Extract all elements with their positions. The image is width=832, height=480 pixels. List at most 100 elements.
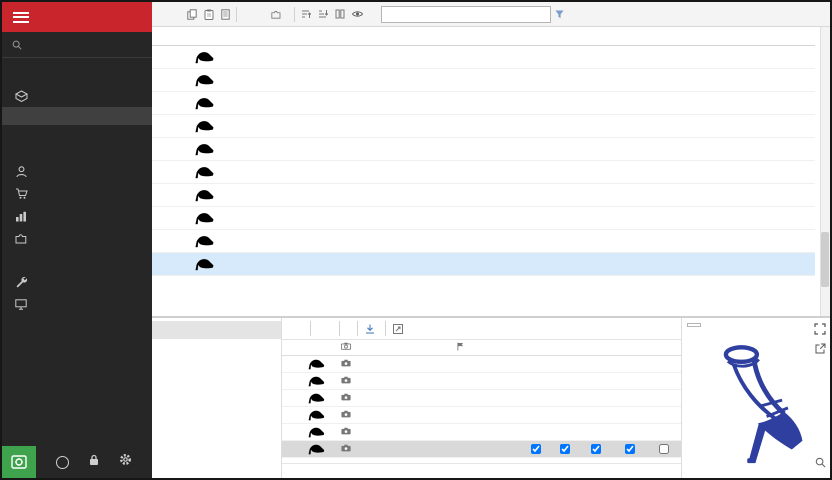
cell-price[interactable]	[668, 137, 706, 160]
cell-description[interactable]	[576, 252, 668, 275]
image-row[interactable]	[282, 355, 681, 372]
column-header-product-name[interactable]	[224, 27, 334, 45]
cell-attr-set[interactable]	[736, 91, 815, 114]
cell-preview[interactable]	[188, 183, 224, 206]
cell-priority[interactable]	[290, 372, 304, 389]
cell-priority[interactable]	[290, 406, 304, 423]
cell-price[interactable]	[668, 229, 706, 252]
cell-attr-set[interactable]	[736, 229, 815, 252]
column-header-weight[interactable]	[706, 27, 736, 45]
cell-id[interactable]	[152, 229, 188, 252]
cell-product-name[interactable]	[224, 91, 334, 114]
sidebar-item-view[interactable]	[2, 293, 152, 315]
cell-id[interactable]	[152, 160, 188, 183]
cell-price[interactable]	[668, 252, 706, 275]
column-header-exclude[interactable]	[646, 340, 681, 355]
cell-weight[interactable]	[706, 160, 736, 183]
tab-websites[interactable]	[152, 374, 281, 392]
cell-color[interactable]	[446, 114, 482, 137]
tab-description[interactable]	[152, 339, 281, 357]
cell-priority[interactable]	[290, 389, 304, 406]
sidebar-item-import-export[interactable]	[2, 249, 152, 271]
small-checkbox[interactable]	[560, 444, 570, 454]
table-row[interactable]	[152, 68, 815, 91]
sidebar-item-categories-products[interactable]	[2, 107, 152, 125]
addons-menu[interactable]	[268, 7, 291, 21]
table-row-selected[interactable]	[152, 252, 815, 275]
column-header-flag[interactable]	[455, 340, 467, 355]
cell-attr-set[interactable]	[736, 206, 815, 229]
cell-weight[interactable]	[706, 91, 736, 114]
image-row[interactable]	[282, 372, 681, 389]
cell-product-name[interactable]	[224, 137, 334, 160]
cell-weight[interactable]	[706, 68, 736, 91]
cell-id[interactable]	[152, 68, 188, 91]
cell-file-name[interactable]	[353, 355, 455, 372]
cell-weight[interactable]	[706, 206, 736, 229]
add-product-button[interactable]	[163, 12, 169, 16]
column-header-small[interactable]	[551, 340, 580, 355]
cell-label[interactable]	[467, 406, 522, 423]
cell-type[interactable]	[482, 160, 576, 183]
cell-exclude[interactable]	[646, 406, 681, 423]
export-grid-button[interactable]	[218, 7, 233, 22]
cell-swatch[interactable]	[614, 372, 647, 389]
cell-preview[interactable]	[304, 406, 339, 423]
cell-base[interactable]	[522, 372, 551, 389]
tab-categories[interactable]	[152, 391, 281, 409]
sidebar-item-orders[interactable]	[2, 183, 152, 205]
gear-icon[interactable]	[119, 453, 132, 471]
cell-thumbnail[interactable]	[579, 355, 614, 372]
cell-preview[interactable]	[188, 45, 224, 68]
column-header-priority[interactable]	[290, 340, 304, 355]
cell-product-name[interactable]	[224, 206, 334, 229]
cell-price[interactable]	[668, 206, 706, 229]
cell-weight[interactable]	[706, 114, 736, 137]
cell-sku[interactable]	[334, 91, 446, 114]
search-input[interactable]	[28, 40, 142, 50]
add-video-button[interactable]	[297, 327, 306, 331]
cell-exclude[interactable]	[646, 423, 681, 440]
cell-id[interactable]	[152, 183, 188, 206]
swatch-checkbox[interactable]	[625, 444, 635, 454]
cell-id[interactable]	[152, 45, 188, 68]
column-header-sku[interactable]	[334, 27, 446, 45]
cell-product-name[interactable]	[224, 229, 334, 252]
image-row[interactable]	[282, 406, 681, 423]
cell-weight[interactable]	[706, 252, 736, 275]
cell-attr-set[interactable]	[736, 160, 815, 183]
cell-base[interactable]	[522, 355, 551, 372]
cell-small[interactable]	[551, 423, 580, 440]
cell-file-name[interactable]	[353, 389, 455, 406]
cell-base[interactable]	[522, 389, 551, 406]
import-export-menu[interactable]	[240, 12, 253, 16]
cell-sku[interactable]	[334, 114, 446, 137]
edit-video-button[interactable]	[326, 327, 335, 331]
cell-file-name[interactable]	[353, 372, 455, 389]
cell-id[interactable]	[152, 91, 188, 114]
table-row[interactable]	[152, 183, 815, 206]
cell-description[interactable]	[576, 183, 668, 206]
column-header-description[interactable]	[576, 27, 668, 45]
cell-color[interactable]	[446, 160, 482, 183]
cell-thumbnail[interactable]	[579, 389, 614, 406]
cell-thumbnail[interactable]	[579, 423, 614, 440]
cell-preview[interactable]	[304, 440, 339, 457]
cell-color[interactable]	[446, 91, 482, 114]
cell-priority[interactable]	[290, 355, 304, 372]
tab-product-reviews[interactable]	[152, 461, 281, 479]
cell-color[interactable]	[446, 45, 482, 68]
table-row[interactable]	[152, 229, 815, 252]
cell-type[interactable]	[482, 68, 576, 91]
cell-id[interactable]	[152, 137, 188, 160]
cell-base[interactable]	[522, 406, 551, 423]
column-header-file-name[interactable]	[353, 340, 455, 355]
sidebar-item-tools[interactable]	[2, 271, 152, 293]
cell-sku[interactable]	[334, 137, 446, 160]
cell-id[interactable]	[152, 252, 188, 275]
multi-editors-menu[interactable]	[254, 12, 267, 16]
open-external-icon[interactable]	[815, 342, 826, 358]
help-icon[interactable]	[56, 456, 69, 469]
add-image-button[interactable]	[286, 327, 295, 331]
copy-button[interactable]	[184, 7, 200, 22]
